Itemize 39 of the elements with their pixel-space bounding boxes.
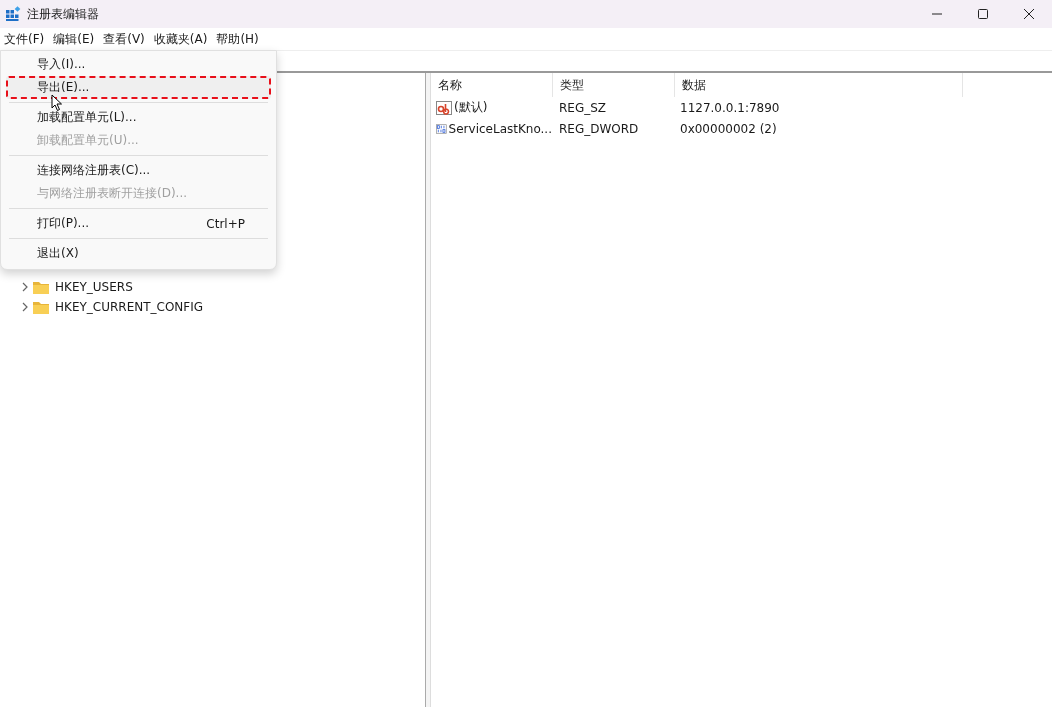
close-icon — [1024, 9, 1034, 19]
column-header[interactable]: 类型 — [553, 73, 675, 97]
app-icon — [5, 6, 21, 22]
option-label: 打印(P)... — [37, 215, 90, 232]
tree-item[interactable]: HKEY_USERS — [55, 280, 133, 294]
menu-option[interactable]: 导出(E)... — [6, 76, 271, 99]
option-label: 卸载配置单元(U)... — [37, 132, 139, 149]
menu-item[interactable]: 收藏夹(A) — [149, 30, 213, 48]
menu-item[interactable]: 查看(V) — [99, 30, 150, 48]
menu-option[interactable]: 连接网络注册表(C)... — [6, 159, 271, 182]
column-header[interactable]: 数据 — [675, 73, 963, 97]
folder-icon — [33, 280, 49, 294]
menu-option[interactable]: 退出(X) — [6, 242, 271, 265]
table-cell-text: 1127.0.0.1:7890 — [679, 100, 781, 115]
option-label: 与网络注册表断开连接(D)... — [37, 185, 188, 202]
shortcut-label: Ctrl+P — [206, 216, 245, 231]
tree-item[interactable]: HKEY_CURRENT_CONFIG — [55, 300, 204, 314]
menu-item[interactable]: 文件(F) — [0, 30, 50, 48]
menu-option[interactable]: 打印(P)... Ctrl+P — [6, 212, 271, 235]
string-value-icon — [436, 99, 452, 116]
option-label: 导入(I)... — [37, 56, 86, 73]
menu-option[interactable]: 加载配置单元(L)... — [6, 106, 271, 129]
option-label: 连接网络注册表(C)... — [37, 162, 151, 179]
folder-icon — [33, 300, 49, 314]
table-cell-text: REG_SZ — [558, 100, 608, 115]
maximize-icon — [978, 9, 988, 19]
cursor-icon — [51, 94, 63, 112]
option-label: 退出(X) — [37, 245, 79, 262]
menu-item[interactable]: 帮助(H) — [212, 30, 264, 48]
menu-item[interactable]: 编辑(E) — [49, 30, 100, 48]
column-header[interactable]: 名称 — [431, 73, 553, 97]
value-name[interactable]: ServiceLastKno... — [448, 121, 552, 136]
value-name[interactable]: (默认) — [454, 99, 488, 116]
window-title: 注册表编辑器 — [27, 5, 99, 23]
table-cell-text: REG_DWORD — [558, 121, 640, 136]
menu-option[interactable]: 导入(I)... — [6, 53, 271, 76]
option-label: 加载配置单元(L)... — [37, 109, 137, 126]
table-cell-text: 0x00000002 (2) — [679, 121, 778, 136]
option-label: 导出(E)... — [37, 79, 90, 96]
